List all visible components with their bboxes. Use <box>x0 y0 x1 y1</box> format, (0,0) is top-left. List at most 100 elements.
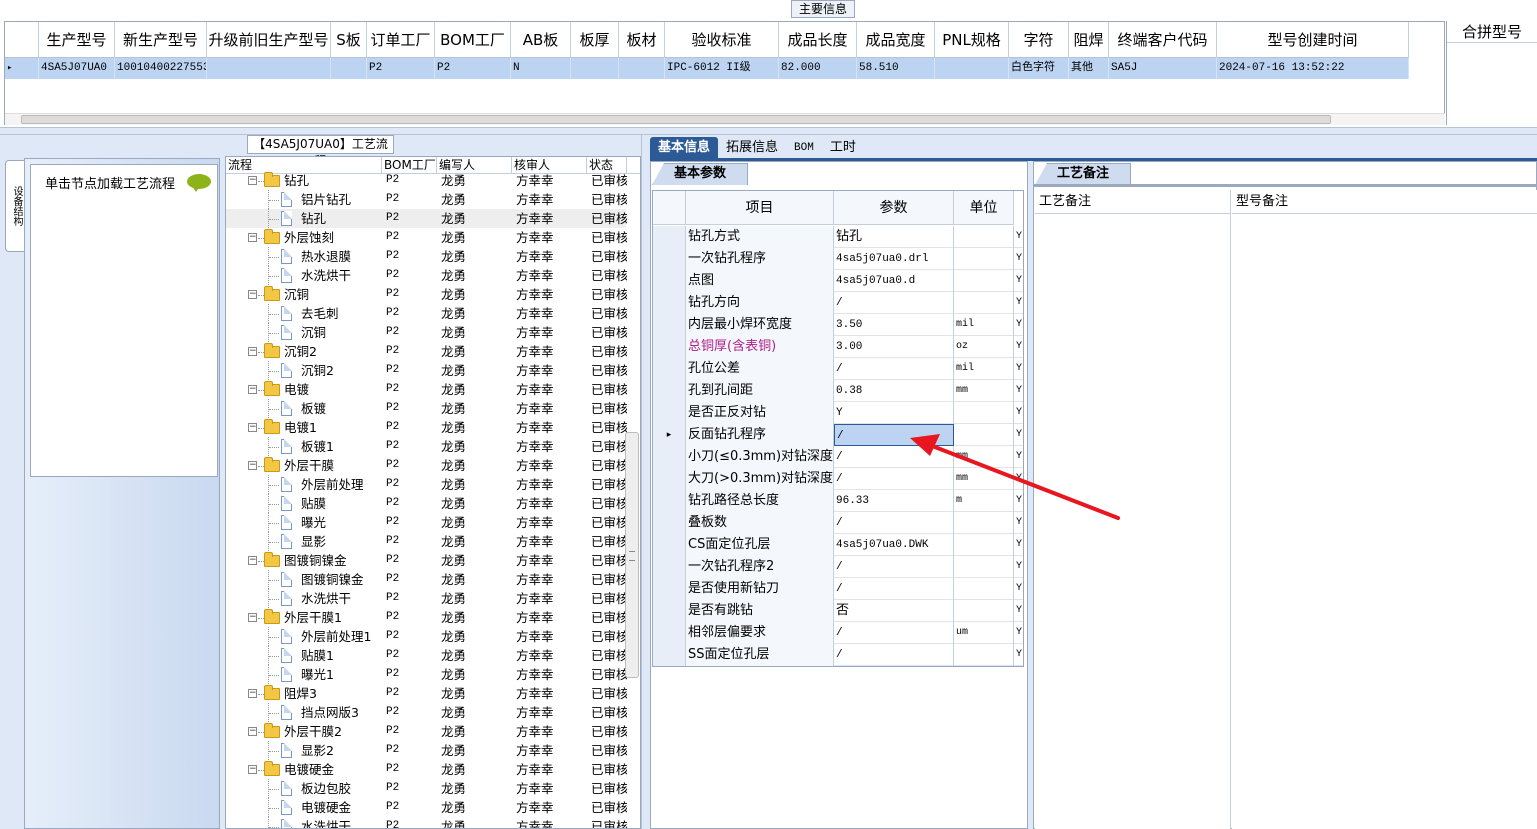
tree-node[interactable]: − 外层干膜2 <box>226 722 382 741</box>
cell[interactable]: 2024-07-16 13:52:22 <box>1217 58 1409 79</box>
tree-row[interactable]: 板镀1 P2 龙勇 方幸幸 已审核 <box>226 437 627 456</box>
tab-extended[interactable]: 拓展信息 <box>718 137 786 159</box>
param-row[interactable]: 孔位公差 / mil Y <box>653 358 1023 380</box>
tree-node[interactable]: 图镀铜镍金 <box>226 570 382 589</box>
param-row[interactable]: 相邻层偏要求 / um Y <box>653 622 1023 644</box>
tree-row[interactable]: 铝片钻孔 P2 龙勇 方幸幸 已审核 <box>226 190 627 209</box>
tree-row[interactable]: − 电镀1 P2 龙勇 方幸幸 已审核 <box>226 418 627 437</box>
cell[interactable] <box>207 58 331 79</box>
tree-node[interactable]: 热水退膜 <box>226 247 382 266</box>
param-value-input[interactable]: / <box>834 424 954 446</box>
collapse-toggle-icon[interactable]: − <box>248 233 257 242</box>
tree-row[interactable]: − 沉铜2 P2 龙勇 方幸幸 已审核 <box>226 342 627 361</box>
tree-node[interactable]: 板镀1 <box>226 437 382 456</box>
workflow-title-tag[interactable]: 【4SA5J07UA0】工艺流程 <box>247 135 394 168</box>
tree-row[interactable]: 板镀 P2 龙勇 方幸幸 已审核 <box>226 399 627 418</box>
tree-row[interactable]: 显影 P2 龙勇 方幸幸 已审核 <box>226 532 627 551</box>
tree-row[interactable]: 外层前处理1 P2 龙勇 方幸幸 已审核 <box>226 627 627 646</box>
tree-row[interactable]: 水洗烘干 P2 龙勇 方幸幸 已审核 <box>226 589 627 608</box>
workflow-tree-vertical-scrollbar[interactable] <box>625 432 639 678</box>
param-value-input[interactable]: Y <box>834 402 954 424</box>
tree-node[interactable]: 挡点网版3 <box>226 703 382 722</box>
column-header[interactable]: S板 <box>331 22 367 58</box>
tree-node[interactable]: 显影 <box>226 532 382 551</box>
tab-process-remarks[interactable]: 工艺备注 <box>1035 163 1131 185</box>
main-info-tag[interactable]: 主要信息 <box>791 0 855 18</box>
param-row[interactable]: 叠板数 / Y <box>653 512 1023 534</box>
tree-row[interactable]: − 外层干膜1 P2 龙勇 方幸幸 已审核 <box>226 608 627 627</box>
cell[interactable]: IPC-6012 II级 <box>665 58 779 79</box>
tree-node[interactable]: 曝光 <box>226 513 382 532</box>
tree-row[interactable]: 挡点网版3 P2 龙勇 方幸幸 已审核 <box>226 703 627 722</box>
tree-row[interactable]: 外层前处理 P2 龙勇 方幸幸 已审核 <box>226 475 627 494</box>
collapse-toggle-icon[interactable]: − <box>248 689 257 698</box>
param-value-input[interactable]: / <box>834 446 954 468</box>
tree-row[interactable]: 热水退膜 P2 龙勇 方幸幸 已审核 <box>226 247 627 266</box>
param-row[interactable]: 大刀(>0.3mm)对钻深度 / mm Y <box>653 468 1023 490</box>
param-row[interactable]: 是否正反对钻 Y Y <box>653 402 1023 424</box>
tree-row[interactable]: 显影2 P2 龙勇 方幸幸 已审核 <box>226 741 627 760</box>
tree-node[interactable]: 板边包胶 <box>226 779 382 798</box>
cell[interactable]: SA5J <box>1109 58 1217 79</box>
cell[interactable]: 其他 <box>1069 58 1109 79</box>
tree-node[interactable]: − 电镀硬金 <box>226 760 382 779</box>
tree-row[interactable]: 沉铜 P2 龙勇 方幸幸 已审核 <box>226 323 627 342</box>
tree-node[interactable]: − 阻焊3 <box>226 684 382 703</box>
tree-node[interactable]: 贴膜1 <box>226 646 382 665</box>
collapse-toggle-icon[interactable]: − <box>248 385 257 394</box>
param-row[interactable]: CS面定位孔层 4sa5j07ua0.DWK Y <box>653 534 1023 556</box>
load-hint-box[interactable]: 单击节点加载工艺流程 <box>30 164 218 477</box>
tree-row[interactable]: − 图镀铜镍金 P2 龙勇 方幸幸 已审核 <box>226 551 627 570</box>
cell[interactable]: 82.000 <box>779 58 857 79</box>
tree-row[interactable]: 水洗烘干 P2 龙勇 方幸幸 已审核 <box>226 817 627 828</box>
column-header[interactable]: 订单工厂 <box>367 22 435 58</box>
tree-node[interactable]: 水洗烘干 <box>226 817 382 828</box>
param-value-input[interactable]: / <box>834 556 954 578</box>
tree-row[interactable]: 图镀铜镍金 P2 龙勇 方幸幸 已审核 <box>226 570 627 589</box>
tree-node[interactable]: 钻孔 <box>226 209 382 228</box>
cell[interactable] <box>619 58 665 79</box>
side-tab-equipment[interactable]: 设备结构 <box>5 160 25 252</box>
cell[interactable]: P2 <box>435 58 511 79</box>
tab-hours[interactable]: 工时 <box>822 137 864 159</box>
params-column-header[interactable]: 参数 <box>834 191 954 225</box>
tree-node[interactable]: 铝片钻孔 <box>226 190 382 209</box>
tree-node[interactable]: − 电镀1 <box>226 418 382 437</box>
column-header[interactable]: PNL规格 <box>935 22 1009 58</box>
column-header[interactable]: BOM工厂 <box>435 22 511 58</box>
cell[interactable]: 10010400227553 <box>115 58 207 79</box>
tree-node[interactable]: − 图镀铜镍金 <box>226 551 382 570</box>
param-row[interactable]: 孔到孔间距 0.38 mm Y <box>653 380 1023 402</box>
tree-row[interactable]: 曝光 P2 龙勇 方幸幸 已审核 <box>226 513 627 532</box>
column-header[interactable]: 字符 <box>1009 22 1069 58</box>
param-value-input[interactable]: / <box>834 468 954 490</box>
tree-node[interactable]: 显影2 <box>226 741 382 760</box>
tree-row[interactable]: − 电镀 P2 龙勇 方幸幸 已审核 <box>226 380 627 399</box>
tree-row[interactable]: 去毛刺 P2 龙勇 方幸幸 已审核 <box>226 304 627 323</box>
param-value-input[interactable]: / <box>834 358 954 380</box>
collapse-toggle-icon[interactable]: − <box>248 347 257 356</box>
collapse-toggle-icon[interactable]: − <box>248 176 257 185</box>
param-value-input[interactable]: 4sa5j07ua0.drl <box>834 248 954 270</box>
param-value-input[interactable]: 否 <box>834 600 954 622</box>
tree-row[interactable]: 电镀硬金 P2 龙勇 方幸幸 已审核 <box>226 798 627 817</box>
tree-node[interactable]: − 沉铜 <box>226 285 382 304</box>
param-row[interactable]: 一次钻孔程序2/ Y <box>653 556 1023 578</box>
params-column-header[interactable]: 项目 <box>686 191 834 225</box>
tab-basic-params[interactable]: 基本参数 <box>652 163 748 185</box>
collapse-toggle-icon[interactable]: − <box>248 461 257 470</box>
tab-basic[interactable]: 基本信息 <box>650 137 719 159</box>
collapse-toggle-icon[interactable]: − <box>248 290 257 299</box>
param-row[interactable]: 总铜厚(含表铜) 3.00 oz Y <box>653 336 1023 358</box>
tree-node[interactable]: 水洗烘干 <box>226 266 382 285</box>
param-value-input[interactable]: 96.33 <box>834 490 954 512</box>
tree-row[interactable]: − 外层干膜2 P2 龙勇 方幸幸 已审核 <box>226 722 627 741</box>
tree-node[interactable]: 沉铜2 <box>226 361 382 380</box>
param-row[interactable]: 是否有跳钻否 Y <box>653 600 1023 622</box>
cell[interactable] <box>571 58 619 79</box>
cell[interactable]: 4SA5J07UA0 <box>39 58 115 79</box>
process-remark-column[interactable]: 工艺备注 <box>1035 190 1231 829</box>
tree-node[interactable]: 沉铜 <box>226 323 382 342</box>
main-info-data-row[interactable]: ▸ 4SA5J07UA0 10010400227553 P2 P2 N IPC-6012 I… <box>5 58 1409 79</box>
column-header[interactable]: 新生产型号 <box>115 22 207 58</box>
